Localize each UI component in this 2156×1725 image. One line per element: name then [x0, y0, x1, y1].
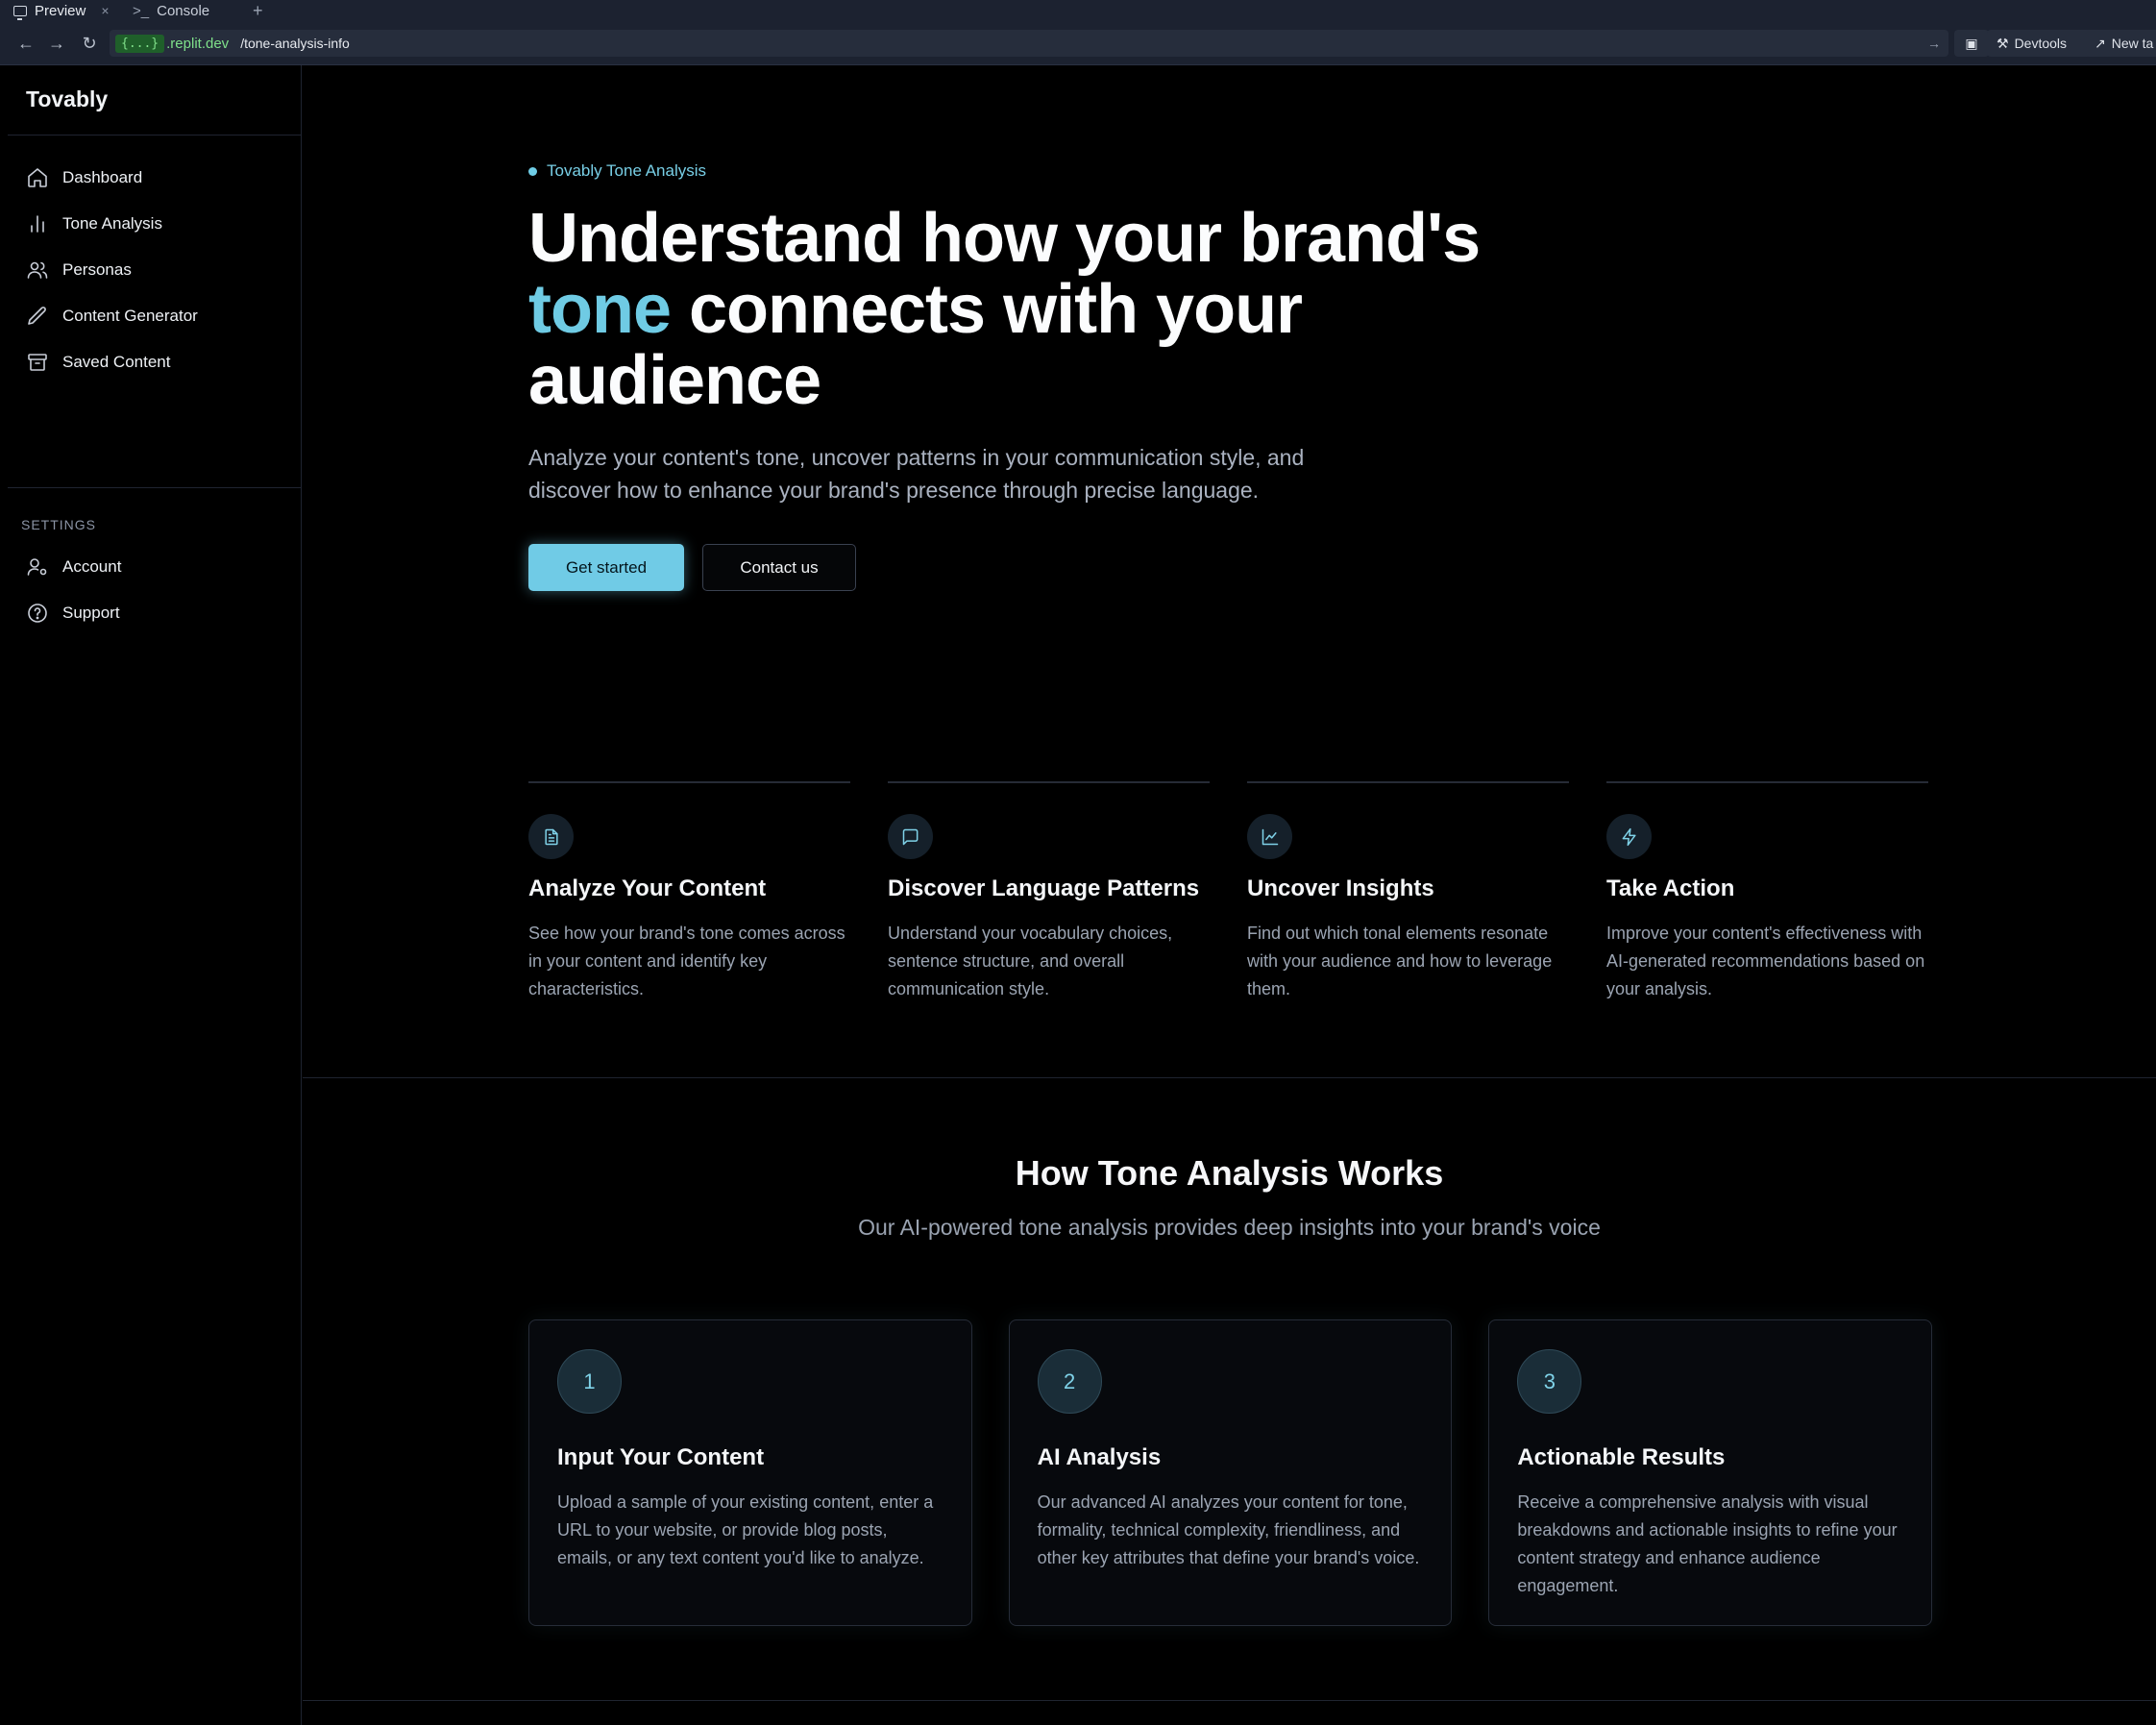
eyebrow-label: Tovably Tone Analysis [547, 161, 707, 180]
sidebar-item-label: Account [62, 557, 122, 576]
feature-text: See how your brand's tone comes across i… [528, 924, 845, 998]
hero-title-line3: audience [528, 342, 821, 419]
terminal-icon: >_ [133, 2, 150, 19]
hero-eyebrow: Tovably Tone Analysis [528, 161, 1489, 181]
external-link-icon: ↗ [2095, 35, 2106, 51]
url-path: /tone-analysis-info [240, 36, 350, 51]
hero-actions: Get started Contact us [528, 544, 1489, 591]
dot-icon [528, 166, 537, 176]
section-divider [303, 1077, 2156, 1078]
file-text-icon [528, 814, 574, 859]
feature-card: Analyze Your Content See how your brand'… [528, 781, 850, 1003]
step-number-badge: 3 [1517, 1349, 1582, 1414]
sidebar-item-label: Content Generator [62, 307, 198, 325]
sidebar-item-dashboard[interactable]: Dashboard [8, 155, 301, 201]
new-tab-label: New ta [2111, 36, 2154, 51]
step-title: Actionable Results [1517, 1444, 1726, 1470]
user-cog-icon [27, 558, 47, 576]
feature-title: Discover Language Patterns [888, 875, 1200, 901]
feature-title: Take Action [1606, 875, 1735, 901]
sidebar-item-label: Dashboard [62, 168, 143, 186]
sidebar-nav: Dashboard Tone Analysis Personas Content… [8, 136, 301, 488]
url-domain: .replit.dev [166, 35, 230, 52]
hero-description: Analyze your content's tone, uncover pat… [528, 445, 1305, 503]
go-arrow-icon[interactable]: → [1927, 36, 1941, 51]
browser-urlbar: ← → ↻ {...} .replit.dev /tone-analysis-i… [0, 21, 2156, 65]
help-circle-icon [28, 604, 47, 623]
home-icon [28, 168, 47, 187]
close-icon[interactable]: × [101, 3, 109, 18]
step-card: 3 Actionable Results Receive a comprehen… [1488, 1319, 1933, 1626]
back-arrow-icon[interactable]: ← [13, 31, 38, 56]
main-content: Tovably Tone Analysis Understand how you… [303, 65, 2156, 1725]
step-text: Upload a sample of your existing content… [557, 1492, 934, 1567]
get-started-button[interactable]: Get started [528, 544, 684, 591]
sidebar-item-personas[interactable]: Personas [8, 247, 301, 293]
pen-icon [28, 307, 46, 325]
tab-console-label: Console [157, 2, 210, 19]
message-square-icon [888, 814, 933, 859]
contact-us-button[interactable]: Contact us [702, 544, 856, 591]
feature-card: Uncover Insights Find out which tonal el… [1247, 781, 1569, 1003]
wrench-icon: ⚒ [1997, 35, 2009, 51]
feature-title: Analyze Your Content [528, 875, 767, 901]
devtools-label: Devtools [2014, 36, 2068, 51]
hero-title: Understand how your brand's tone connect… [528, 203, 1489, 416]
new-tab-button[interactable]: ↗ New ta [2085, 30, 2156, 57]
users-icon [27, 261, 48, 279]
sidebar-item-tone-analysis[interactable]: Tone Analysis [8, 201, 301, 247]
steps-section: 1 Input Your Content Upload a sample of … [528, 1319, 1933, 1626]
zap-icon [1606, 814, 1652, 859]
feature-card: Take Action Improve your content's effec… [1606, 781, 1928, 1003]
step-text: Our advanced AI analyzes your content fo… [1037, 1492, 1420, 1567]
tab-preview-label: Preview [35, 2, 86, 19]
step-number-badge: 1 [557, 1349, 622, 1414]
step-card: 2 AI Analysis Our advanced AI analyzes y… [1008, 1319, 1453, 1626]
brand-logo[interactable]: Tovably [8, 65, 301, 136]
tab-preview[interactable]: Preview × [13, 0, 110, 21]
hero-title-line1: Understand how your brand's [528, 200, 1481, 277]
hero-title-accent: tone [528, 271, 672, 348]
section-divider [303, 1700, 2156, 1701]
sidebar-item-label: Saved Content [62, 353, 171, 371]
hero-section: Tovably Tone Analysis Understand how you… [528, 161, 1489, 591]
url-host: {...} [115, 34, 165, 53]
add-tab-button[interactable]: + [253, 0, 263, 21]
step-title: AI Analysis [1037, 1444, 1162, 1470]
reload-icon[interactable]: ↻ [77, 31, 102, 56]
hero-title-line2: connects with your [670, 271, 1303, 348]
sidebar-item-label: Tone Analysis [62, 214, 162, 233]
line-chart-icon [1247, 814, 1292, 859]
how-it-works-title: How Tone Analysis Works [1015, 1153, 1444, 1193]
feature-text: Understand your vocabulary choices, sent… [888, 924, 1173, 998]
step-text: Receive a comprehensive analysis with vi… [1517, 1492, 1898, 1595]
sidebar-item-label: Personas [62, 260, 132, 279]
step-card: 1 Input Your Content Upload a sample of … [528, 1319, 972, 1626]
sidebar-item-label: Support [62, 604, 120, 622]
monitor-icon [13, 5, 27, 20]
tab-console[interactable]: >_ Console [133, 0, 209, 21]
sidebar-item-saved-content[interactable]: Saved Content [8, 339, 301, 385]
how-it-works-subtitle: Our AI-powered tone analysis provides de… [858, 1215, 1601, 1240]
sidebar-item-account[interactable]: Account [8, 544, 301, 590]
feature-card: Discover Language Patterns Understand yo… [888, 781, 1210, 1003]
step-number-badge: 2 [1037, 1349, 1102, 1414]
sidebar-item-content-generator[interactable]: Content Generator [8, 293, 301, 339]
archive-icon [28, 354, 47, 371]
address-bar[interactable]: {...} .replit.dev /tone-analysis-info → [110, 30, 1948, 57]
feature-text: Find out which tonal elements resonate w… [1247, 924, 1553, 998]
features-section: Analyze Your Content See how your brand'… [528, 781, 1932, 1003]
step-title: Input Your Content [557, 1444, 765, 1470]
forward-arrow-icon[interactable]: → [44, 31, 69, 56]
sidebar: Tovably Dashboard Tone Analysis Personas… [8, 65, 302, 1725]
feature-text: Improve your content's effectiveness wit… [1606, 924, 1925, 998]
screen-icon[interactable]: ▣ [1954, 30, 1989, 57]
bar-chart-icon [31, 215, 44, 233]
sidebar-item-support[interactable]: Support [8, 590, 301, 636]
settings-header: SETTINGS [21, 517, 97, 532]
browser-tabbar: Preview × >_ Console + [0, 0, 2156, 21]
feature-title: Uncover Insights [1247, 875, 1434, 901]
